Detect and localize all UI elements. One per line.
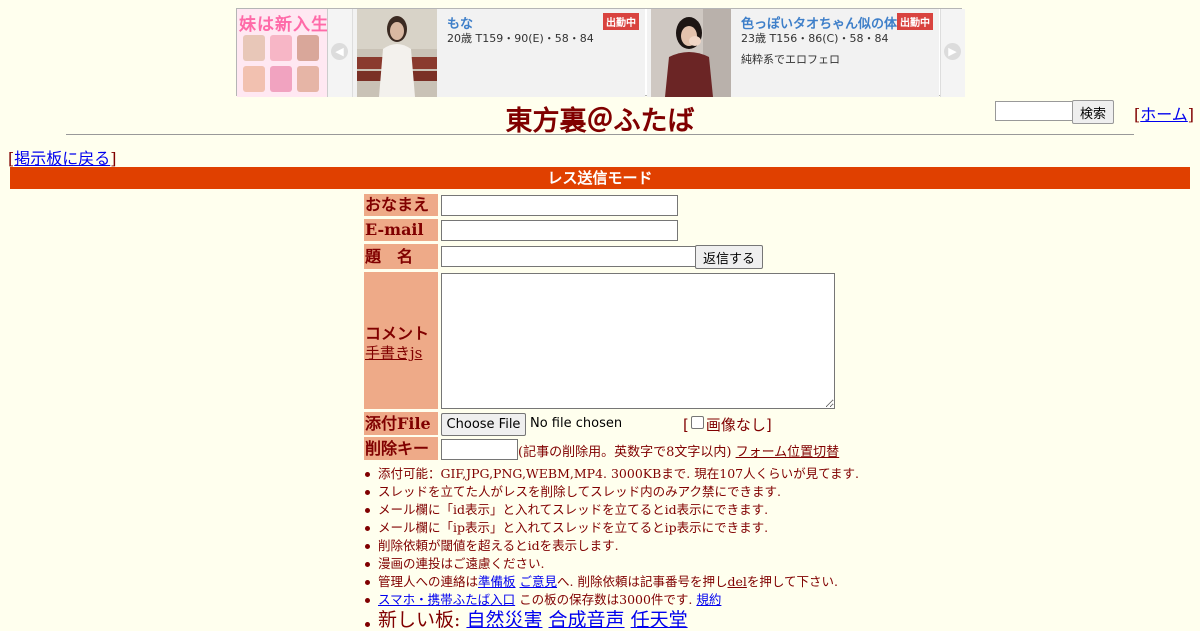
note-admin-text-3: を押して下さい. (746, 574, 838, 589)
board-notes-list: 添付可能：GIF,JPG,PNG,WEBM,MP4. 3000KBまで. 現在1… (364, 465, 938, 631)
note-id-display: メール欄に「id表示」と入れてスレッドを立てるとid表示にできます. (365, 501, 938, 519)
ad-banner[interactable]: 妹は新入生 ◀ もな 出勤中 20歳 T159・90(E)・58・84 色っぽい… (236, 8, 965, 97)
ad-photo-2[interactable] (651, 9, 731, 97)
ad-card-2[interactable]: 色っぽいタオちゃん似の体 出勤中 23歳 T156・86(C)・58・84 純粋… (647, 9, 939, 97)
ad-status-badge-1: 出勤中 (603, 13, 639, 30)
search-input[interactable] (995, 101, 1073, 121)
new-board-link-synth-voice[interactable]: 合成音声 (549, 609, 625, 631)
subject-label: 題 名 (364, 244, 438, 269)
prep-board-link[interactable]: 準備板 (478, 574, 516, 589)
new-board-link-disaster[interactable]: 自然災害 (466, 609, 542, 631)
ad-collage-title: 妹は新入生 (239, 15, 328, 35)
comment-label-cell: コメント 手書きjs (364, 272, 438, 409)
no-image-checkbox[interactable] (690, 416, 704, 429)
name-field[interactable] (441, 195, 678, 216)
handwrite-js-link[interactable]: 手書きjs (365, 342, 422, 363)
back-to-board-link[interactable]: 掲示板に戻る (14, 149, 110, 168)
subject-field[interactable] (441, 246, 696, 267)
del-link[interactable]: del (727, 574, 746, 589)
ad-stats-2: 23歳 T156・86(C)・58・84 (741, 32, 889, 45)
note-admin-text-2: へ. 削除依頼は記事番号を押し (557, 574, 728, 589)
comment-textarea[interactable] (441, 273, 835, 409)
note-admin-text-1: 管理人への連絡は (378, 574, 479, 589)
ad-stats-1: 20歳 T159・90(E)・58・84 (447, 32, 594, 45)
file-label: 添付File (364, 412, 438, 435)
ad-prev-button[interactable]: ◀ (328, 9, 353, 97)
delete-key-label: 削除キー (364, 437, 438, 460)
email-field[interactable] (441, 220, 678, 241)
note-thread-owner: スレッドを立てた人がレスを削除してスレッド内のみアク禁にできます. (365, 483, 938, 501)
note-ip-display: メール欄に「ip表示」と入れてスレッドを立てるとip表示にできます. (365, 519, 938, 537)
no-image-option: [画像なし] (683, 416, 772, 434)
note-new-boards: 新しい板: 自然災害 合成音声 任天堂 (365, 609, 938, 631)
delete-key-note: (記事の削除用。英数字で8文字以内) (518, 445, 732, 460)
note-manga-posting: 漫画の連投はご遠慮ください. (365, 555, 938, 573)
ad-photo-1[interactable] (357, 9, 437, 97)
new-boards-label: 新しい板: (378, 609, 467, 631)
terms-link[interactable]: 規約 (696, 592, 721, 607)
ad-next-button[interactable]: ▶ (940, 9, 965, 97)
ad-status-badge-2: 出勤中 (897, 13, 933, 30)
ad-desc-2: 純粋系でエロフェロ (741, 53, 840, 66)
feedback-link[interactable]: ご意見 (520, 574, 558, 589)
note-mobile-text: この板の保存数は3000件です. (515, 592, 697, 607)
no-image-label: 画像なし (705, 416, 766, 434)
form-position-toggle-link[interactable]: フォーム位置切替 (736, 445, 840, 460)
ad-collage-image[interactable]: 妹は新入生 (237, 9, 328, 97)
divider (66, 134, 1134, 135)
note-admin-contact: 管理人への連絡は準備板 ご意見へ. 削除依頼は記事番号を押しdelを押して下さい… (365, 573, 938, 591)
note-deletion-threshold: 削除依頼が閾値を超えるとidを表示します. (365, 537, 938, 555)
search-form: 検索 (995, 100, 1114, 124)
chevron-left-icon: ◀ (331, 43, 348, 60)
back-link-wrapper: [掲示板に戻る] (8, 149, 117, 168)
delete-key-note-wrapper: (記事の削除用。英数字で8文字以内) フォーム位置切替 (518, 441, 839, 460)
email-label: E-mail (364, 219, 438, 241)
chevron-right-icon: ▶ (944, 43, 961, 60)
comment-label: コメント (365, 324, 430, 343)
reply-mode-bar: レス送信モード (10, 167, 1190, 189)
reply-submit-button[interactable]: 返信する (695, 245, 763, 269)
mobile-entrance-link[interactable]: スマホ・携帯ふたば入口 (378, 592, 515, 607)
note-attachments: 添付可能：GIF,JPG,PNG,WEBM,MP4. 3000KBまで. 現在1… (365, 465, 938, 483)
search-button[interactable]: 検索 (1072, 100, 1114, 124)
file-status-text: No file chosen (530, 416, 623, 431)
note-mobile: スマホ・携帯ふたば入口 この板の保存数は3000件です. 規約 (365, 591, 938, 609)
choose-file-button[interactable]: Choose File (441, 413, 526, 436)
new-board-link-nintendo[interactable]: 任天堂 (631, 609, 688, 631)
name-label: おなまえ (364, 194, 438, 216)
ad-card-1[interactable]: もな 出勤中 20歳 T159・90(E)・58・84 (353, 9, 645, 97)
home-link[interactable]: ホーム (1140, 105, 1188, 124)
home-link-wrapper: [ホーム] (1134, 105, 1195, 124)
delete-key-field[interactable] (441, 439, 518, 460)
